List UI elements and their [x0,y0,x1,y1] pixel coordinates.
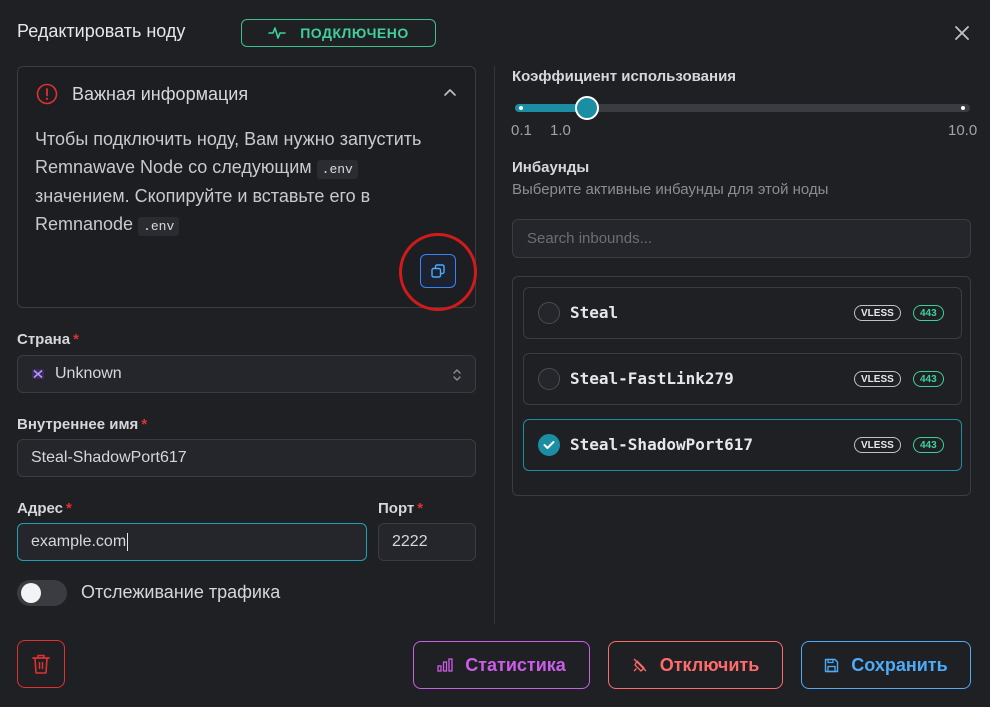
required-mark: * [66,500,72,517]
port-label-text: Порт [378,500,415,517]
statistics-button[interactable]: Статистика [413,641,590,689]
slider-max-dot [961,106,965,110]
edit-node-modal: Редактировать ноду ПОДКЛЮЧЕНО Важная инф… [0,0,990,707]
inbound-checkbox[interactable] [538,368,560,390]
toggle-knob [21,583,41,603]
check-icon [543,441,555,449]
status-badge-label: ПОДКЛЮЧЕНО [300,25,409,41]
slider-max-label: 10.0 [948,122,978,139]
unknown-flag-icon [32,369,44,379]
chevron-updown-icon [453,369,461,381]
inbounds-search-input[interactable]: Search inbounds... [512,219,971,258]
inbounds-description: Выберите активные инбаунды для этой ноды [512,181,829,198]
copy-env-button[interactable] [420,254,456,288]
country-select[interactable]: Unknown [17,355,476,393]
protocol-badge: VLESS [854,437,901,453]
status-badge: ПОДКЛЮЧЕНО [241,19,436,47]
column-divider [494,66,495,624]
required-mark: * [73,331,79,348]
protocol-badge: VLESS [854,305,901,321]
delete-node-button[interactable] [17,640,65,688]
inbound-name: Steal-FastLink279 [570,369,734,388]
important-info-panel: Важная информация Чтобы подключить ноду,… [17,66,477,311]
address-label-text: Адрес [17,500,64,517]
env-code-1: .env [316,159,358,179]
address-value: example.com [31,533,127,550]
internal-name-label: Внутреннее имя * [17,416,147,433]
disable-button[interactable]: Отключить [608,641,783,689]
info-text-part2: значением. Скопируйте и вставьте его в R… [35,186,371,234]
info-panel-text: Чтобы подключить ноду, Вам нужно запусти… [35,126,445,240]
inbound-item-steal-fastlink279[interactable]: Steal-FastLink279 VLESS 443 [523,353,962,405]
copy-icon [431,264,445,278]
slider-min-label: 0.1 [511,122,532,139]
port-label: Порт * [378,500,423,517]
inbound-item-steal[interactable]: Steal VLESS 443 [523,287,962,339]
address-input[interactable]: example.com [17,523,367,561]
slider-min-dot [519,106,523,110]
address-label: Адрес * [17,500,72,517]
close-icon [955,26,969,40]
disable-button-label: Отключить [659,654,760,675]
required-mark: * [417,500,424,517]
inbound-checkbox-checked[interactable] [538,434,560,456]
internal-name-value: Steal-ShadowPort617 [31,449,187,466]
traffic-tracking-label: Отслеживание трафика [81,582,281,602]
save-button[interactable]: Сохранить [801,641,971,689]
slider-value-label: 1.0 [550,122,571,139]
modal-title: Редактировать ноду [17,21,186,41]
plug-off-icon [633,658,647,672]
info-circle-icon [36,83,58,105]
trash-icon [32,654,50,674]
port-badge: 443 [913,305,944,321]
info-panel-header[interactable]: Важная информация [36,83,248,105]
text-cursor [127,533,129,551]
country-value: Unknown [55,365,122,382]
save-icon [825,658,839,672]
internal-name-label-text: Внутреннее имя [17,416,139,433]
port-badge: 443 [913,437,944,453]
bar-chart-icon [437,658,453,672]
usage-slider-thumb[interactable] [575,96,599,120]
internal-name-input[interactable]: Steal-ShadowPort617 [17,439,476,477]
usage-coefficient-title: Коэффициент использования [512,68,737,85]
country-label: Страна * [17,331,79,348]
activity-icon [268,27,287,39]
env-code-2: .env [138,216,180,236]
inbounds-title: Инбаунды [512,159,590,176]
required-mark: * [141,416,148,433]
search-placeholder: Search inbounds... [527,230,653,247]
inbound-checkbox[interactable] [538,302,560,324]
statistics-button-label: Статистика [465,654,566,675]
protocol-badge: VLESS [854,371,901,387]
inbound-name: Steal-ShadowPort617 [570,435,754,454]
chevron-up-icon[interactable] [442,85,458,101]
traffic-tracking-toggle[interactable] [17,580,67,606]
inbound-item-steal-shadowport617[interactable]: Steal-ShadowPort617 VLESS 443 [523,419,962,471]
port-badge: 443 [913,371,944,387]
info-panel-title: Важная информация [72,83,249,104]
save-button-label: Сохранить [851,654,948,675]
country-label-text: Страна [17,331,71,348]
port-input[interactable]: 2222 [378,523,476,561]
info-text-part1: Чтобы подключить ноду, Вам нужно запусти… [35,129,422,177]
port-value: 2222 [392,533,428,550]
inbounds-list: Steal VLESS 443 Steal-FastLink279 VLESS … [512,276,971,496]
inbound-name: Steal [570,303,619,322]
close-button[interactable] [950,21,974,45]
